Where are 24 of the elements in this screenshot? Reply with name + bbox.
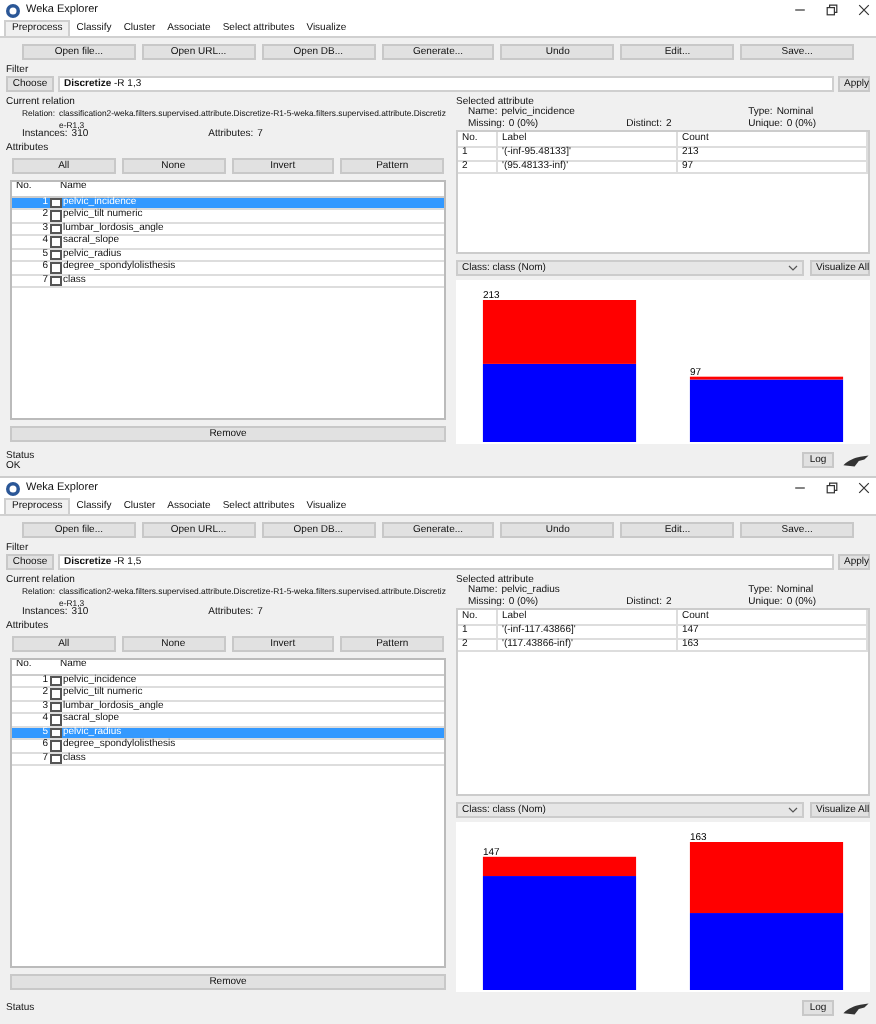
restore-icon[interactable]	[826, 4, 838, 16]
checkbox[interactable]	[50, 688, 61, 699]
bird-icon	[842, 1001, 870, 1015]
restore-icon[interactable]	[826, 482, 838, 494]
checkbox[interactable]	[50, 701, 61, 712]
caret-icon	[788, 806, 798, 814]
minimize-icon[interactable]	[794, 482, 806, 494]
checkbox[interactable]	[50, 740, 61, 751]
close-icon[interactable]	[858, 4, 870, 16]
checkbox[interactable]	[50, 249, 61, 260]
checkbox[interactable]	[50, 197, 61, 208]
bird-icon	[842, 453, 870, 467]
caret-icon	[788, 264, 798, 272]
checkbox[interactable]	[50, 727, 61, 738]
close-icon[interactable]	[858, 482, 870, 494]
checkbox[interactable]	[50, 753, 61, 764]
checkbox[interactable]	[50, 223, 61, 234]
checkbox[interactable]	[50, 714, 61, 725]
checkbox[interactable]	[50, 210, 61, 221]
checkbox[interactable]	[50, 262, 61, 273]
checkbox[interactable]	[50, 275, 61, 286]
checkbox[interactable]	[50, 236, 61, 247]
checkbox[interactable]	[50, 675, 61, 686]
minimize-icon[interactable]	[794, 4, 806, 16]
